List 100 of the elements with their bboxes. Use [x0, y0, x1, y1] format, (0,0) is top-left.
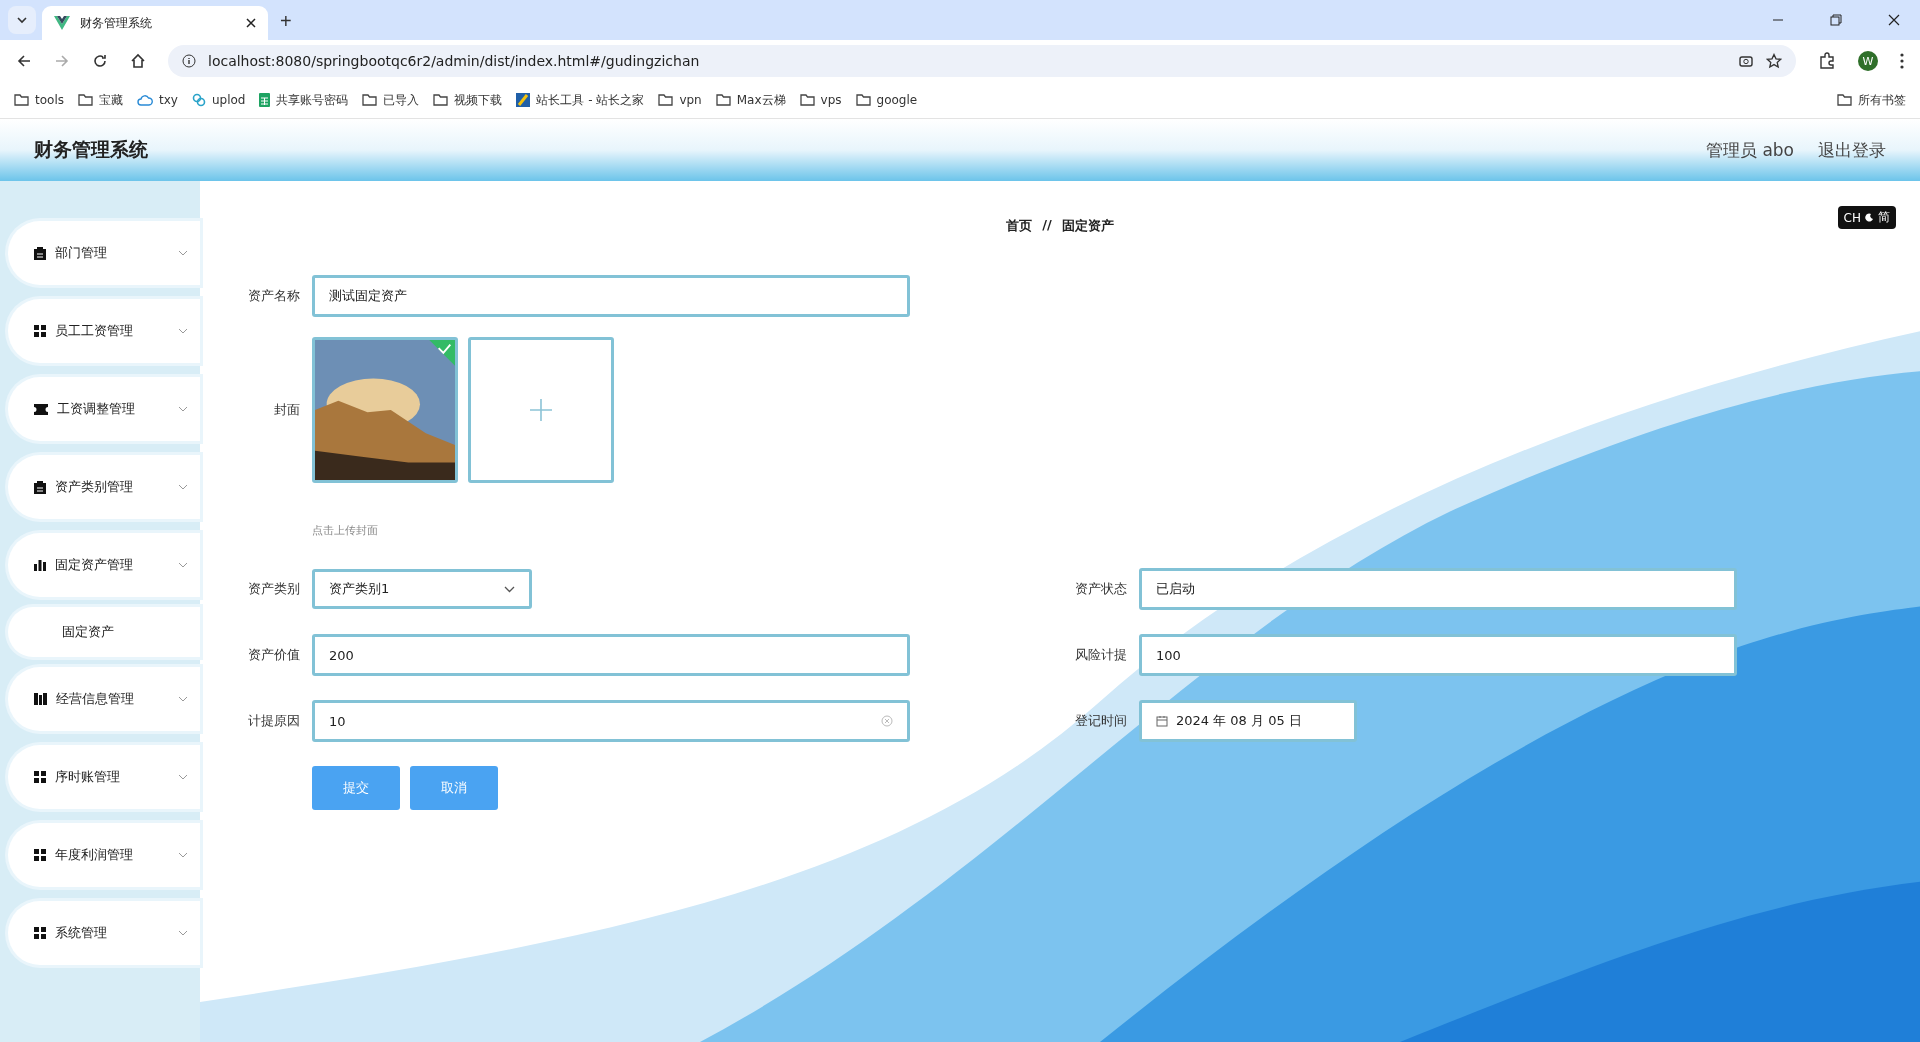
chevron-down-icon: [178, 562, 188, 568]
spreadsheet-icon: [259, 93, 271, 107]
folder-icon: [658, 94, 674, 106]
tab-title: 财务管理系统: [80, 14, 153, 32]
puzzle-piece-icon[interactable]: [1818, 52, 1836, 70]
all-bookmarks-button[interactable]: 所有书签: [1837, 91, 1906, 109]
camera-icon[interactable]: [1738, 53, 1754, 69]
moon-icon: [1865, 213, 1874, 222]
sidebar-item[interactable]: 年度利润管理: [8, 823, 200, 887]
logout-link[interactable]: 退出登录: [1818, 138, 1886, 162]
home-icon[interactable]: [130, 53, 146, 69]
folder-icon: [855, 94, 871, 106]
sidebar-item[interactable]: 系统管理: [8, 901, 200, 965]
field-label: 登记时间: [1074, 712, 1127, 730]
chevron-down-icon: [16, 14, 28, 26]
field-label: 资产状态: [1074, 580, 1127, 598]
chevron-down-icon: [178, 774, 188, 780]
restore-icon[interactable]: [1830, 14, 1842, 26]
chevron-down-icon: [178, 250, 188, 256]
bookmark[interactable]: 已导入: [362, 91, 420, 109]
sidebar-item[interactable]: 序时账管理: [8, 745, 200, 809]
chevron-down-icon: [178, 406, 188, 412]
breadcrumb-separator: //: [1042, 217, 1052, 234]
field-label: 资产价值: [247, 646, 300, 664]
bookmark[interactable]: Max云梯: [715, 91, 786, 109]
breadcrumb-current: 固定资产: [1061, 217, 1114, 235]
sidebar-item[interactable]: 工资调整管理: [8, 377, 200, 441]
bookmark[interactable]: 共享账号密码: [259, 91, 349, 109]
bookmark[interactable]: 视频下载: [433, 91, 503, 109]
reason-field[interactable]: 10: [312, 700, 910, 742]
clipboard-icon: [34, 246, 46, 260]
sidebar-item[interactable]: 资产类别管理: [8, 455, 200, 519]
reload-icon[interactable]: [92, 53, 108, 69]
breadcrumb-link[interactable]: 首页: [1006, 217, 1033, 235]
grid-icon: [34, 325, 46, 337]
status-field[interactable]: 已启动: [1139, 568, 1737, 610]
sidebar-item[interactable]: 员工工资管理: [8, 299, 200, 363]
field-label: 封面: [273, 401, 300, 419]
folder-icon: [1837, 94, 1852, 106]
back-icon[interactable]: [16, 53, 32, 69]
star-icon[interactable]: [1766, 53, 1782, 69]
bookmark[interactable]: google: [855, 93, 918, 107]
cloud-icon: [137, 94, 153, 106]
grid-icon: [34, 771, 46, 783]
sidebar-item[interactable]: 固定资产: [8, 607, 200, 657]
value-field[interactable]: 200: [312, 634, 910, 676]
field-label: 计提原因: [247, 712, 300, 730]
info-icon[interactable]: [182, 54, 196, 68]
bookmark[interactable]: tools: [14, 93, 64, 107]
sidebar-item[interactable]: 部门管理: [8, 221, 200, 285]
folder-icon: [78, 94, 93, 106]
app-title: 财务管理系统: [34, 137, 148, 162]
photo-placeholder[interactable]: [312, 337, 458, 483]
chevron-down-icon: [178, 852, 188, 858]
sidebar-item[interactable]: 固定资产管理: [8, 533, 200, 597]
risk-provision-field[interactable]: 100: [1139, 634, 1737, 676]
link-icon: [191, 93, 206, 107]
site-logo-icon: [516, 93, 531, 107]
vue-logo-icon: [54, 16, 70, 30]
bookmark[interactable]: vps: [799, 93, 842, 107]
bookmark[interactable]: uplod: [191, 93, 246, 107]
chevron-down-icon: [178, 328, 188, 334]
folder-icon: [362, 94, 378, 106]
close-icon[interactable]: [1888, 14, 1900, 26]
date-picker[interactable]: 2024 年 08 月 05 日: [1139, 700, 1357, 742]
bookmark[interactable]: txy: [137, 93, 178, 107]
category-select[interactable]: 资产类别1: [312, 569, 532, 609]
asset-name-field[interactable]: 测试固定资产: [312, 275, 910, 317]
grid-icon: [34, 849, 46, 861]
more-icon[interactable]: [1900, 53, 1904, 69]
folder-icon: [14, 94, 29, 106]
user-name: 管理员 abo: [1706, 138, 1794, 162]
folder-icon: [433, 94, 449, 106]
browser-tab[interactable]: 财务管理系统: [42, 6, 268, 40]
chevron-down-icon: [178, 696, 188, 702]
folder-icon: [799, 94, 815, 106]
sidebar-item[interactable]: 经营信息管理: [8, 667, 200, 731]
calendar-icon: [1156, 715, 1168, 727]
folder-icon: [715, 94, 731, 106]
bookmark[interactable]: 站长工具 - 站长之家: [516, 91, 645, 109]
chevron-down-icon: [504, 585, 515, 593]
clipboard-icon: [34, 480, 46, 494]
field-label: 风险计提: [1074, 646, 1127, 664]
address-bar[interactable]: localhost:8080/springbootqc6r2/admin/dist/index.html#/gudingzichan: [168, 45, 1796, 77]
tab-search-button[interactable]: [8, 6, 36, 34]
new-tab-button[interactable]: +: [274, 9, 298, 34]
close-icon[interactable]: [246, 18, 256, 28]
bookmark[interactable]: 宝藏: [78, 91, 123, 109]
grid-icon: [34, 927, 46, 939]
ime-indicator[interactable]: CH 简: [1837, 206, 1896, 229]
bookmark[interactable]: vpn: [658, 93, 702, 107]
plus-icon: [530, 399, 552, 421]
profile-avatar[interactable]: W: [1858, 51, 1878, 71]
bar-chart-icon: [34, 559, 46, 571]
chevron-down-icon: [178, 484, 188, 490]
field-label: 资产类别: [247, 580, 300, 598]
chevron-down-icon: [178, 930, 188, 936]
upload-hint: 点击上传封面: [312, 523, 378, 538]
field-label: 资产名称: [247, 287, 300, 305]
ticket-icon: [34, 403, 48, 415]
